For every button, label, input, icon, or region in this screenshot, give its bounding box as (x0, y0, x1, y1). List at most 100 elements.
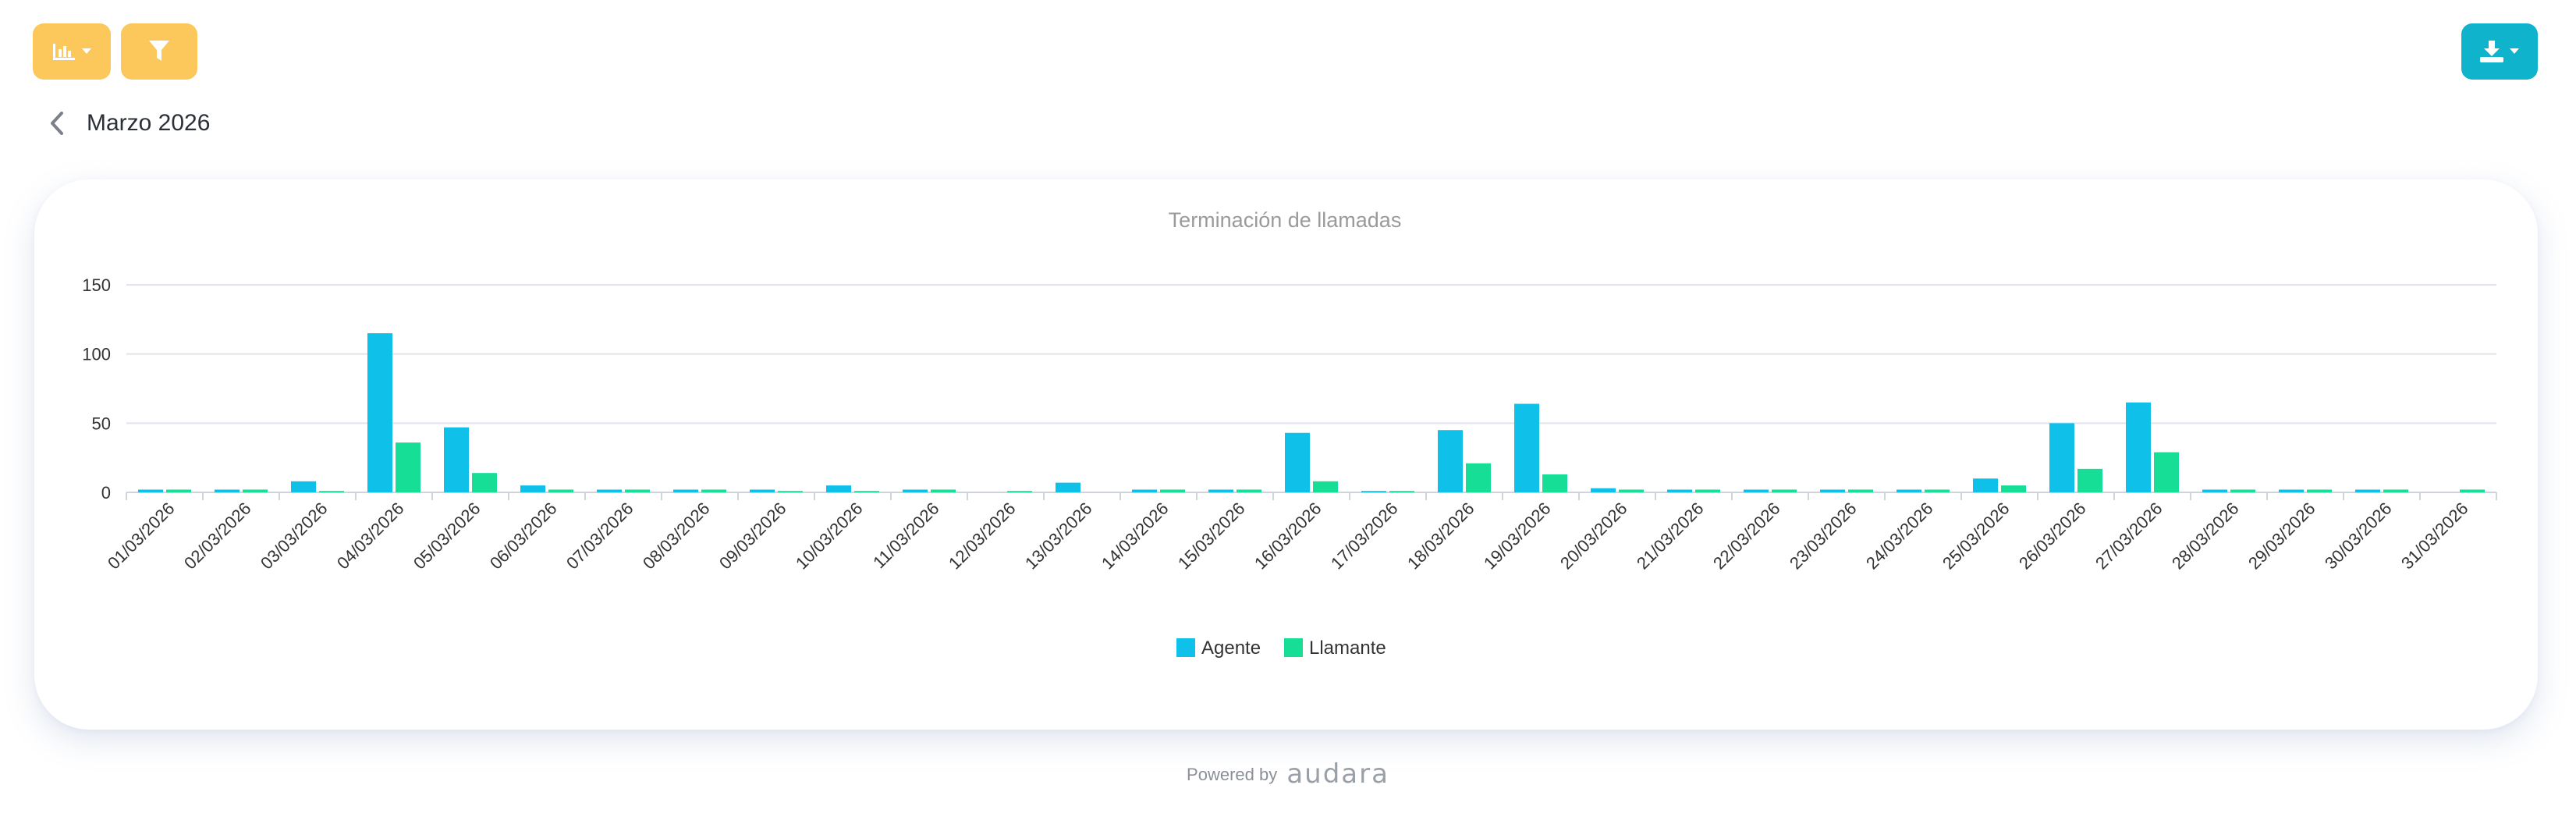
bar-agente (597, 489, 622, 492)
legend-label: Llamante (1309, 638, 1386, 659)
bar-agente (520, 485, 545, 492)
filter-button[interactable] (121, 23, 197, 80)
bar-agente (367, 333, 392, 492)
chevron-left-icon (50, 112, 64, 135)
x-tick-label: 07/03/2026 (562, 499, 637, 574)
chart-title: Terminación de llamadas (1169, 208, 1402, 232)
x-tick-label: 10/03/2026 (792, 499, 867, 574)
bar-agente (1667, 489, 1692, 492)
x-tick-label: 30/03/2026 (2321, 499, 2396, 574)
brand-logo: audara (1286, 758, 1389, 790)
x-tick-label: 11/03/2026 (869, 499, 942, 572)
x-tick-label: 12/03/2026 (945, 499, 1020, 574)
bar-llamante (2077, 468, 2102, 492)
x-tick-label: 06/03/2026 (486, 499, 561, 574)
bar-agente (1208, 489, 1233, 492)
x-tick-label: 09/03/2026 (715, 499, 790, 574)
bar-llamante (1542, 474, 1567, 492)
bar-llamante (2001, 485, 2026, 492)
legend-label: Agente (1201, 638, 1261, 659)
y-tick-label: 50 (92, 414, 111, 433)
bar-agente (2279, 489, 2304, 492)
bar-agente (750, 489, 775, 492)
x-tick-label: 25/03/2026 (1939, 499, 2014, 574)
bar-llamante (2307, 489, 2332, 492)
x-tick-label: 29/03/2026 (2244, 499, 2319, 574)
bar-llamante (243, 489, 268, 492)
y-tick-label: 100 (82, 345, 111, 364)
period-title: Marzo 2026 (87, 110, 211, 136)
chart-type-menu-button[interactable] (33, 23, 111, 80)
powered-by-label: Powered by (1187, 765, 1278, 784)
bar-llamante (701, 489, 726, 492)
x-tick-label: 16/03/2026 (1251, 499, 1325, 574)
bar-agente (1897, 489, 1921, 492)
bar-agente (215, 489, 240, 492)
x-tick-label: 28/03/2026 (2168, 499, 2243, 574)
y-tick-label: 0 (101, 483, 111, 503)
x-tick-label: 24/03/2026 (1862, 499, 1937, 574)
x-tick-label: 02/03/2026 (180, 499, 255, 574)
x-tick-label: 26/03/2026 (2015, 499, 2090, 574)
bar-llamante (1925, 489, 1950, 492)
x-tick-label: 23/03/2026 (1786, 499, 1861, 574)
bar-llamante (166, 489, 191, 492)
bar-agente (1820, 489, 1845, 492)
x-tick-label: 17/03/2026 (1327, 499, 1402, 574)
bar-agente (291, 481, 316, 492)
x-tick-label: 21/03/2026 (1633, 499, 1708, 574)
bar-agente (903, 489, 928, 492)
powered-by-footer: Powered by audara (0, 758, 2576, 790)
x-tick-label: 08/03/2026 (639, 499, 714, 574)
bar-llamante (1007, 491, 1032, 492)
bar-agente (1438, 430, 1463, 492)
bar-agente (1744, 489, 1769, 492)
x-tick-label: 31/03/2026 (2397, 499, 2472, 574)
x-tick-label: 22/03/2026 (1709, 499, 1784, 574)
bar-llamante (1313, 481, 1338, 492)
download-menu-button[interactable] (2461, 23, 2538, 80)
x-tick-label: 05/03/2026 (410, 499, 484, 574)
x-tick-label: 14/03/2026 (1098, 499, 1173, 574)
bar-agente (1285, 432, 1310, 492)
bar-agente (444, 427, 469, 492)
bar-llamante (778, 491, 803, 492)
previous-period-button[interactable] (45, 108, 69, 139)
bar-llamante (2460, 489, 2485, 492)
bar-agente (1056, 482, 1080, 492)
bar-agente (1591, 488, 1616, 492)
x-tick-label: 13/03/2026 (1021, 499, 1096, 574)
x-tick-label: 18/03/2026 (1403, 499, 1478, 574)
bar-llamante (472, 473, 497, 492)
bar-agente (138, 489, 163, 492)
bar-agente (1514, 403, 1539, 492)
download-icon (2480, 41, 2503, 62)
bar-llamante (1389, 491, 1414, 492)
filter-icon (149, 41, 169, 62)
x-tick-label: 20/03/2026 (1556, 499, 1631, 574)
x-tick-label: 01/03/2026 (104, 499, 179, 574)
x-tick-label: 27/03/2026 (2092, 499, 2166, 574)
bar-llamante (2230, 489, 2255, 492)
bar-llamante (1466, 463, 1491, 492)
bar-chart: Terminación de llamadas 0 50 100 150 01/03/20… (82, 208, 2497, 659)
x-tick-label: 19/03/2026 (1480, 499, 1555, 574)
bar-llamante (1848, 489, 1873, 492)
bar-agente (673, 489, 698, 492)
bar-agente (2049, 423, 2074, 492)
bar-llamante (1695, 489, 1720, 492)
bar-agente (2126, 402, 2151, 492)
bar-llamante (1237, 489, 1261, 492)
bar-agente (1973, 478, 1998, 492)
bar-llamante (1619, 489, 1644, 492)
bar-llamante (625, 489, 650, 492)
bar-agente (826, 485, 851, 492)
chart-card: Terminación de llamadas 0 50 100 150 01/03/20… (34, 179, 2538, 730)
bar-chart-icon (52, 42, 76, 61)
bar-llamante (396, 442, 420, 492)
bar-llamante (931, 489, 956, 492)
bar-llamante (319, 491, 344, 492)
bar-llamante (2383, 489, 2408, 492)
bar-llamante (854, 491, 879, 492)
bar-llamante (1772, 489, 1797, 492)
